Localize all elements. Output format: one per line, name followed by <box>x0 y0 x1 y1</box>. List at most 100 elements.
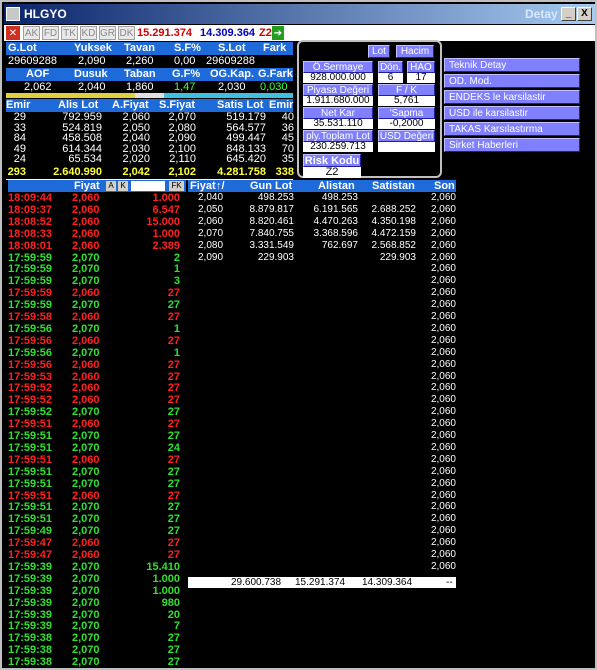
trade-row[interactable]: 17:59:56 2,070 1 <box>8 347 180 359</box>
title-bar[interactable]: HLGYO Detay _ X <box>4 4 595 24</box>
trade-lot: 27 <box>167 644 180 657</box>
trade-row[interactable]: 17:59:59 2,070 3 <box>8 275 180 287</box>
menu-sirket-haberleri[interactable]: Sirket Haberleri <box>444 138 580 152</box>
trade-row[interactable]: 17:59:53 2,060 27 <box>8 371 180 383</box>
trade-row[interactable]: 17:59:49 2,070 27 <box>8 525 180 537</box>
trade-row[interactable]: 17:59:51 2,070 27 <box>8 513 180 525</box>
trade-row[interactable]: 17:59:39 2,070 1.000 <box>8 573 180 585</box>
trade-row[interactable]: 17:59:47 2,060 27 <box>8 549 180 561</box>
sort-arrows-icon[interactable]: ↑/ <box>216 180 225 192</box>
toolbar-ak-button[interactable]: AK <box>23 26 40 40</box>
trade-row[interactable]: 17:59:51 2,070 24 <box>8 442 180 454</box>
trade-row[interactable]: 17:59:51 2,060 27 <box>8 418 180 430</box>
close-icon[interactable]: ✕ <box>6 26 20 40</box>
trade-row[interactable]: 17:59:51 2,060 27 <box>8 454 180 466</box>
trade-lot: 1 <box>173 346 180 359</box>
trade-time: 17:59:39 <box>8 584 53 597</box>
trade-lot: 2 <box>173 251 180 264</box>
trades-fk-button[interactable]: FK <box>169 181 184 191</box>
trade-row[interactable]: 18:08:33 2,060 1.000 <box>8 228 180 240</box>
trade-row[interactable]: 17:59:58 2,060 27 <box>8 311 180 323</box>
trade-lot: 1 <box>173 322 180 335</box>
trade-row[interactable]: 17:59:38 2,070 27 <box>8 656 180 668</box>
dist-row[interactable]: 2,060 8.820.461 4.470.263 4.350.198 <box>188 216 456 228</box>
trade-row[interactable]: 17:59:56 2,070 1 <box>8 323 180 335</box>
toolbar-tk-button[interactable]: TK <box>61 26 78 40</box>
trade-row[interactable]: 17:59:56 2,060 27 <box>8 335 180 347</box>
trade-row[interactable]: 17:59:51 2,060 27 <box>8 490 180 502</box>
trade-price: 2,070 <box>72 501 100 514</box>
trade-row[interactable]: 17:59:52 2,070 27 <box>8 406 180 418</box>
trade-lot: 27 <box>167 358 180 371</box>
trade-row[interactable]: 17:59:59 2,070 1 <box>8 263 180 275</box>
son-value: 2,060 <box>430 465 456 477</box>
trade-row[interactable]: 17:59:59 2,070 2 <box>8 252 180 264</box>
trade-row[interactable]: 17:59:39 2,070 980 <box>8 597 180 609</box>
toolbar-dk-button[interactable]: DK <box>118 26 135 40</box>
trade-lot: 27 <box>167 334 180 347</box>
trade-row[interactable]: 17:59:51 2,070 27 <box>8 501 180 513</box>
depth-cell: 35 <box>281 153 294 165</box>
toolbar-gr-button[interactable]: GR <box>99 26 116 40</box>
trade-row[interactable]: 18:09:44 2,060 1.000 <box>8 192 180 204</box>
trade-price: 2,070 <box>72 322 100 335</box>
trades-header: Fiyat A K FK <box>8 180 186 192</box>
trade-row[interactable]: 17:59:59 2,060 27 <box>8 287 180 299</box>
trade-time: 17:59:59 <box>8 299 53 312</box>
toolbar-kd-button[interactable]: KD <box>80 26 97 40</box>
trade-price: 2,060 <box>72 203 100 216</box>
trade-lot: 27 <box>167 513 180 526</box>
trade-row[interactable]: 17:59:39 2,070 1.000 <box>8 585 180 597</box>
trade-row[interactable]: 17:59:51 2,070 27 <box>8 466 180 478</box>
hacim-button[interactable]: Hacim <box>396 45 434 58</box>
dist-row[interactable]: 2,050 8.879.817 6.191.565 2.688.252 <box>188 204 456 216</box>
dist-row[interactable]: 2,070 7.840.755 3.368.596 4.472.159 <box>188 228 456 240</box>
trade-row[interactable]: 17:59:51 2,070 27 <box>8 430 180 442</box>
menu-teknik-detay[interactable]: Teknik Detay <box>444 58 580 72</box>
menu-takas-karsilastirma[interactable]: TAKAS Karsılastırma <box>444 122 580 136</box>
trade-price: 2,070 <box>72 525 100 538</box>
minimize-button[interactable]: _ <box>561 7 576 21</box>
trade-time: 17:59:47 <box>8 537 53 550</box>
trade-row[interactable]: 17:59:52 2,060 27 <box>8 394 180 406</box>
trade-row[interactable]: 18:09:37 2,060 6.547 <box>8 204 180 216</box>
trade-time: 17:59:51 <box>8 430 53 442</box>
trade-row[interactable]: 17:59:39 2,070 7 <box>8 620 180 632</box>
trade-time: 17:59:51 <box>8 489 53 502</box>
trade-time: 17:59:39 <box>8 560 53 573</box>
trade-row[interactable]: 17:59:51 2,070 27 <box>8 478 180 490</box>
trades-a-button[interactable]: A <box>106 181 116 191</box>
trade-time: 17:59:38 <box>8 656 53 669</box>
dist-row[interactable]: 2,090 229.903 229.903 <box>188 252 456 264</box>
dist-row[interactable]: 2,040 498.253 498.253 <box>188 192 456 204</box>
trade-row[interactable]: 17:59:59 2,070 27 <box>8 299 180 311</box>
close-button[interactable]: X <box>577 7 592 21</box>
depth-row[interactable]: 24 65.534 2,020 2,110 645.420 35 <box>2 154 297 165</box>
fk-value: 5,761 <box>378 96 435 106</box>
go-arrow-icon[interactable]: ➔ <box>272 26 284 40</box>
menu-usd-karsilastir[interactable]: USD ile karsilastir <box>444 106 580 120</box>
trade-row[interactable]: 17:59:38 2,070 27 <box>8 644 180 656</box>
trade-price: 2,060 <box>72 287 100 300</box>
menu-endeks-karsilastir[interactable]: ENDEKS le karsilastir <box>444 90 580 104</box>
trade-row[interactable]: 17:59:52 2,060 27 <box>8 382 180 394</box>
trade-row[interactable]: 17:59:39 2,070 20 <box>8 609 180 621</box>
dist-row[interactable]: 2,080 3.331.549 762.697 2.568.852 <box>188 240 456 252</box>
trade-lot: 15.410 <box>146 560 180 573</box>
trade-lot: 27 <box>167 287 180 300</box>
dist-total-end: -- <box>446 577 453 588</box>
depth-cell: 2,020 <box>122 153 150 165</box>
trade-row[interactable]: 18:08:01 2,060 2.389 <box>8 240 180 252</box>
trades-filter-input[interactable] <box>131 181 165 191</box>
trade-row[interactable]: 17:59:38 2,070 27 <box>8 632 180 644</box>
trade-time: 17:59:56 <box>8 322 53 335</box>
trade-row[interactable]: 17:59:39 2,070 15.410 <box>8 561 180 573</box>
menu-od-mod[interactable]: OD. Mod. <box>444 74 580 88</box>
trade-row[interactable]: 17:59:56 2,060 27 <box>8 359 180 371</box>
toolbar-fd-button[interactable]: FD <box>42 26 59 40</box>
trade-row[interactable]: 18:08:52 2,060 15.000 <box>8 216 180 228</box>
depth-cell: 65.534 <box>68 153 102 165</box>
lot-button[interactable]: Lot <box>368 45 390 58</box>
trades-k-button[interactable]: K <box>118 181 128 191</box>
trade-row[interactable]: 17:59:47 2,060 27 <box>8 537 180 549</box>
